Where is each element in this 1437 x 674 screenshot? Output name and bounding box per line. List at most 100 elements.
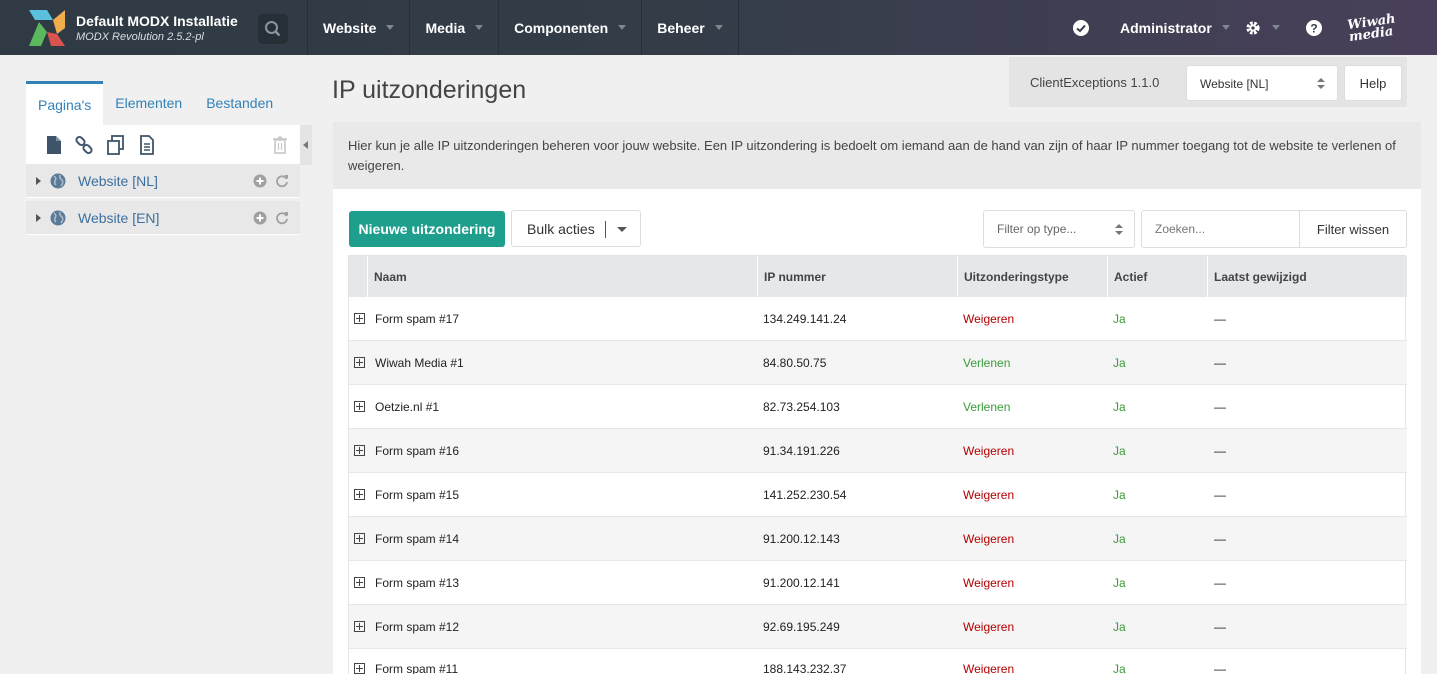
component-version: ClientExceptions 1.1.0 [1030,75,1160,90]
cell-active: Ja [1113,488,1126,502]
expand-row-icon[interactable] [354,533,365,544]
expand-row-icon[interactable] [354,401,365,412]
nav-media-label: Media [425,19,466,36]
expand-row-icon[interactable] [354,489,365,500]
table-row[interactable]: Form spam #15 141.252.230.54 Weigeren Ja… [349,473,1407,517]
table-row[interactable]: Form spam #11 188.143.232.37 Weigeren Ja… [349,647,1407,674]
nav-componenten[interactable]: Componenten [499,0,643,55]
table-row[interactable]: Oetzie.nl #1 82.73.254.103 Verlenen Ja — [349,385,1407,429]
expand-row-icon[interactable] [354,357,365,368]
cell-ip: 91.200.12.143 [763,532,840,546]
bulk-separator [605,221,606,238]
cell-ip: 92.69.195.249 [763,620,840,634]
cell-name: Oetzie.nl #1 [375,400,440,414]
add-circle-icon[interactable] [253,211,267,225]
expand-row-icon[interactable] [354,621,365,632]
column-header-ip[interactable]: IP nummer [757,256,957,297]
cell-modified: — [1214,576,1226,590]
expand-row-icon[interactable] [354,577,365,588]
tree-node-website-en[interactable]: Website [EN] [26,201,300,235]
check-circle-icon [1073,19,1089,36]
column-header-actief[interactable]: Actief [1107,256,1207,297]
tab-bestanden[interactable]: Bestanden [194,81,285,125]
cell-ip: 82.73.254.103 [763,400,840,414]
column-header-naam[interactable]: Naam [367,256,758,297]
grid-header: Naam IP nummer Uitzonderingstype Actief … [349,256,1407,297]
cell-modified: — [1214,356,1226,370]
site-name[interactable]: Default MODX Installatie [76,13,238,29]
help-button[interactable]: Help [1344,65,1402,101]
page-title: IP uitzonderingen [332,76,527,104]
cell-type: Weigeren [963,312,1015,326]
tree-node-label[interactable]: Website [EN] [78,210,159,226]
collapse-sidebar-handle[interactable] [300,125,312,165]
static-resource-icon[interactable] [137,135,157,155]
cell-name: Wiwah Media #1 [375,356,464,370]
refresh-icon[interactable] [275,174,289,188]
cell-type: Weigeren [963,662,1015,674]
tab-elementen[interactable]: Elementen [103,81,194,125]
cell-ip: 141.252.230.54 [763,488,847,502]
expand-arrow-icon[interactable] [36,177,41,185]
bulk-actions-button[interactable]: Bulk acties [511,210,641,247]
chevron-down-icon [618,25,627,30]
chevron-down-icon[interactable] [617,227,627,232]
filter-type-select[interactable]: Filter op type... [983,210,1135,248]
settings-menu[interactable] [1244,0,1280,55]
messages-button[interactable] [1072,0,1090,55]
cell-type: Weigeren [963,532,1015,546]
column-header-modified[interactable]: Laatst gewijzigd [1207,256,1407,297]
main-nav: Website Media Componenten Beheer [307,0,739,55]
table-row[interactable]: Form spam #16 91.34.191.226 Weigeren Ja … [349,429,1407,473]
expand-arrow-icon[interactable] [36,214,41,222]
refresh-icon[interactable] [275,211,289,225]
tab-paginas[interactable]: Pagina's [26,81,104,125]
table-row[interactable]: Form spam #13 91.200.12.141 Weigeren Ja … [349,561,1407,605]
table-row[interactable]: Wiwah Media #1 84.80.50.75 Verlenen Ja — [349,341,1407,385]
nav-website[interactable]: Website [308,0,411,55]
tree-node-website-nl[interactable]: Website [NL] [26,164,300,198]
expand-row-icon[interactable] [354,445,365,456]
table-row[interactable]: Form spam #14 91.200.12.143 Weigeren Ja … [349,517,1407,561]
expand-row-icon[interactable] [354,313,365,324]
cell-active: Ja [1113,400,1126,414]
help-menu[interactable]: ? [1305,0,1323,55]
wiwah-media-logo: Wiwah media [1346,11,1397,46]
nav-beheer[interactable]: Beheer [642,0,739,55]
cell-modified: — [1214,312,1226,326]
new-exception-button[interactable]: Nieuwe uitzondering [349,211,505,247]
modx-logo-icon[interactable] [27,8,67,48]
modx-version: MODX Revolution 2.5.2-pl [76,31,204,43]
chevron-down-icon [714,25,723,30]
expand-row-icon[interactable] [354,663,365,674]
cell-ip: 134.249.141.24 [763,312,847,326]
cell-active: Ja [1113,532,1126,546]
add-circle-icon[interactable] [253,174,267,188]
table-row[interactable]: Form spam #12 92.69.195.249 Weigeren Ja … [349,605,1407,649]
search-input[interactable] [1141,210,1300,248]
cell-type: Weigeren [963,576,1015,590]
resource-tree-panel: Pagina's Elementen Bestanden Website [NL… [26,81,300,238]
header-tools: ClientExceptions 1.1.0 Website [NL] Help [1009,57,1407,107]
cell-modified: — [1214,400,1226,414]
nav-media[interactable]: Media [410,0,500,55]
symlink-icon[interactable] [106,135,126,155]
top-bar: Default MODX Installatie MODX Revolution… [0,0,1437,55]
column-header-type[interactable]: Uitzonderingstype [957,256,1107,297]
user-menu[interactable]: Administrator [1120,0,1230,55]
cell-active: Ja [1113,312,1126,326]
cell-modified: — [1214,532,1226,546]
cell-name: Form spam #15 [375,488,460,502]
context-select[interactable]: Website [NL] [1186,65,1338,101]
weblink-icon[interactable] [74,135,94,155]
cell-modified: — [1214,488,1226,502]
globe-icon [50,210,66,226]
trash-icon[interactable] [270,135,290,155]
search-button[interactable] [258,14,288,44]
cell-type: Verlenen [963,356,1011,370]
clear-filter-button[interactable]: Filter wissen [1299,210,1407,248]
new-document-icon[interactable] [44,135,64,155]
page-description: Hier kun je alle IP uitzonderingen beher… [333,122,1421,189]
tree-node-label[interactable]: Website [NL] [78,173,158,189]
table-row[interactable]: Form spam #17 134.249.141.24 Weigeren Ja… [349,297,1407,341]
